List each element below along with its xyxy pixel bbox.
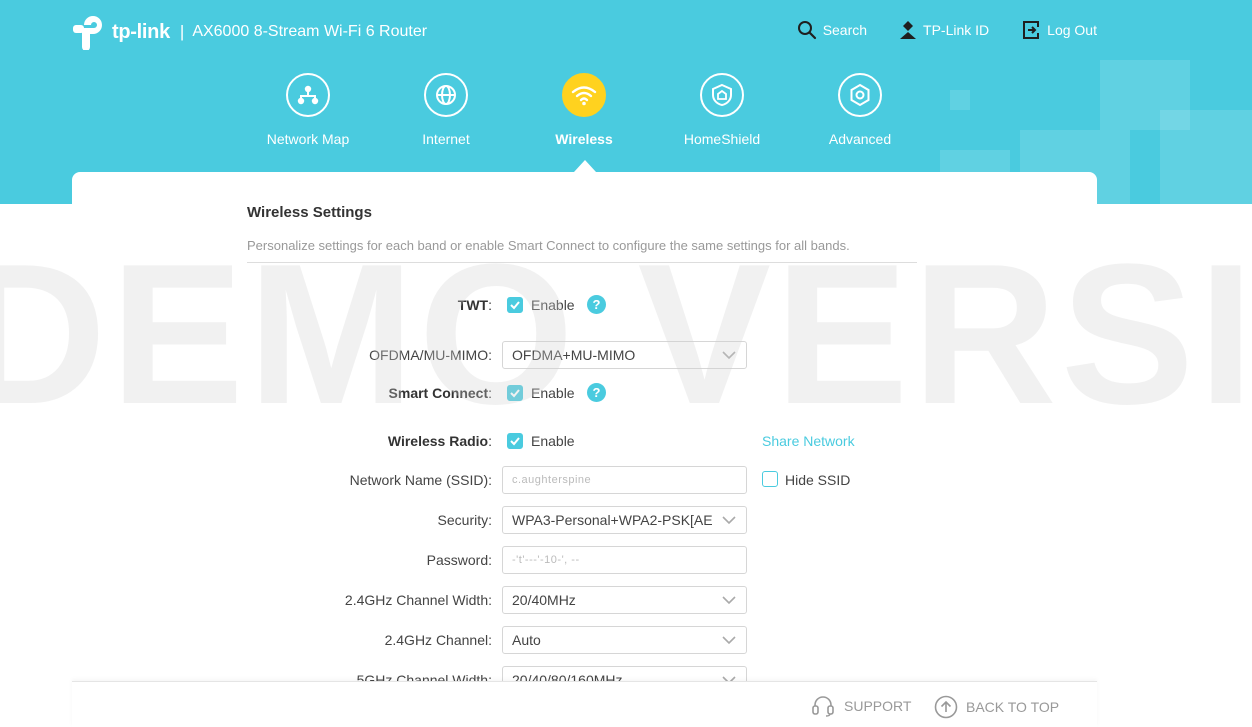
ofdma-value: OFDMA+MU-MIMO (512, 347, 636, 363)
homeshield-icon (700, 73, 744, 117)
nav-network-map-label: Network Map (266, 131, 350, 147)
ssid-value: c.aughterspine (512, 474, 592, 486)
wireless-radio-checkbox[interactable] (507, 433, 523, 449)
chevron-down-icon (722, 636, 736, 645)
ssid-label: Network Name (SSID): (349, 472, 492, 488)
router-model: AX6000 8-Stream Wi-Fi 6 Router (192, 23, 428, 40)
logout-label: Log Out (1047, 22, 1097, 38)
twt-label: TWT: (457, 297, 492, 313)
security-value: WPA3-Personal+WPA2-PSK[AE (512, 512, 713, 528)
wireless-radio-label: Wireless Radio: (387, 433, 492, 449)
ofdma-select[interactable]: OFDMA+MU-MIMO (502, 341, 747, 369)
section-divider (247, 262, 917, 263)
channel-24-select[interactable]: Auto (502, 626, 747, 654)
smart-connect-row: Smart Connect: Enable ? (72, 379, 1097, 407)
check-icon (510, 437, 520, 446)
ssid-row: Network Name (SSID): c.aughterspine Hide… (72, 466, 1097, 494)
check-icon (510, 301, 520, 310)
chevron-down-icon (722, 516, 736, 525)
security-label: Security: (437, 512, 492, 528)
logout-link[interactable]: Log Out (1021, 20, 1097, 40)
main-nav: Network Map Internet Wireless HomeShield… (0, 73, 1252, 173)
password-label: Password: (426, 552, 492, 568)
nav-homeshield-label: HomeShield (683, 131, 761, 147)
channel-width-24-row: 2.4GHz Channel Width: 20/40MHz (72, 586, 1097, 614)
channel-24-value: Auto (512, 632, 541, 648)
page-footer: SUPPORT BACK TO TOP (72, 681, 1097, 727)
brand[interactable]: tp-link | AX6000 8-Stream Wi-Fi 6 Router (72, 14, 428, 51)
ofdma-row: OFDMA/MU-MIMO: OFDMA+MU-MIMO (72, 341, 1097, 369)
hide-ssid-checkbox[interactable] (762, 471, 778, 487)
wireless-radio-row: Wireless Radio: Enable Share Network (72, 427, 1097, 455)
section-description: Personalize settings for each band or en… (247, 238, 850, 253)
arrow-up-icon (934, 695, 958, 719)
channel-width-24-value: 20/40MHz (512, 592, 576, 608)
wireless-radio-enable-label: Enable (531, 433, 575, 449)
network-map-icon (286, 73, 330, 117)
search-icon (797, 21, 816, 40)
password-input[interactable]: -'t'---'-10-', -- (502, 546, 747, 574)
check-icon (510, 389, 520, 398)
back-to-top-link[interactable]: BACK TO TOP (934, 695, 1059, 719)
smart-connect-checkbox[interactable] (507, 385, 523, 401)
section-title: Wireless Settings (247, 204, 372, 221)
nav-internet[interactable]: Internet (386, 73, 506, 147)
chevron-down-icon (722, 596, 736, 605)
smart-connect-help-icon[interactable]: ? (587, 383, 606, 402)
twt-help-icon[interactable]: ? (587, 295, 606, 314)
globe-icon (424, 73, 468, 117)
nav-network-map[interactable]: Network Map (248, 73, 368, 147)
nav-homeshield[interactable]: HomeShield (662, 73, 782, 147)
share-network-link[interactable]: Share Network (762, 433, 855, 449)
search-link[interactable]: Search (797, 20, 867, 40)
password-value: -'t'---'-10-', -- (512, 554, 580, 566)
chevron-down-icon (722, 351, 736, 360)
smart-connect-label: Smart Connect: (388, 385, 492, 401)
user-icon (900, 21, 917, 39)
nav-wireless[interactable]: Wireless (524, 73, 644, 147)
security-row: Security: WPA3-Personal+WPA2-PSK[AE (72, 506, 1097, 534)
nav-wireless-label: Wireless (555, 131, 613, 147)
nav-advanced-label: Advanced (828, 131, 892, 147)
twt-checkbox[interactable] (507, 297, 523, 313)
channel-width-24-label: 2.4GHz Channel Width: (344, 592, 492, 608)
content-card: Wireless Settings Personalize settings f… (72, 172, 1097, 727)
channel-24-row: 2.4GHz Channel: Auto (72, 626, 1097, 654)
brand-separator: | (179, 22, 185, 41)
support-label: SUPPORT (844, 698, 912, 714)
tplink-id-link[interactable]: TP-Link ID (899, 20, 989, 40)
nav-advanced[interactable]: Advanced (800, 73, 920, 147)
gear-icon (838, 73, 882, 117)
tplink-id-label: TP-Link ID (923, 22, 990, 38)
twt-row: TWT: Enable ? (72, 291, 1097, 319)
active-tab-pointer (574, 160, 596, 172)
tp-link-logo-icon (72, 14, 110, 51)
password-row: Password: -'t'---'-10-', -- (72, 546, 1097, 574)
headset-icon (812, 696, 834, 717)
ofdma-label: OFDMA/MU-MIMO: (369, 347, 492, 363)
wifi-icon (562, 73, 606, 117)
security-select[interactable]: WPA3-Personal+WPA2-PSK[AE (502, 506, 747, 534)
smart-connect-enable-label: Enable (531, 385, 575, 401)
hide-ssid-label: Hide SSID (785, 472, 851, 488)
back-to-top-label: BACK TO TOP (966, 699, 1060, 715)
ssid-input[interactable]: c.aughterspine (502, 466, 747, 494)
channel-24-label: 2.4GHz Channel: (384, 632, 492, 648)
channel-width-24-select[interactable]: 20/40MHz (502, 586, 747, 614)
support-link[interactable]: SUPPORT (810, 695, 911, 717)
search-link-label: Search (822, 22, 868, 38)
nav-internet-label: Internet (422, 131, 470, 147)
top-links: Search TP-Link ID Log Out (765, 20, 1097, 40)
brand-name: tp-link (112, 20, 170, 43)
twt-enable-label: Enable (531, 297, 575, 313)
logout-icon (1023, 21, 1040, 39)
